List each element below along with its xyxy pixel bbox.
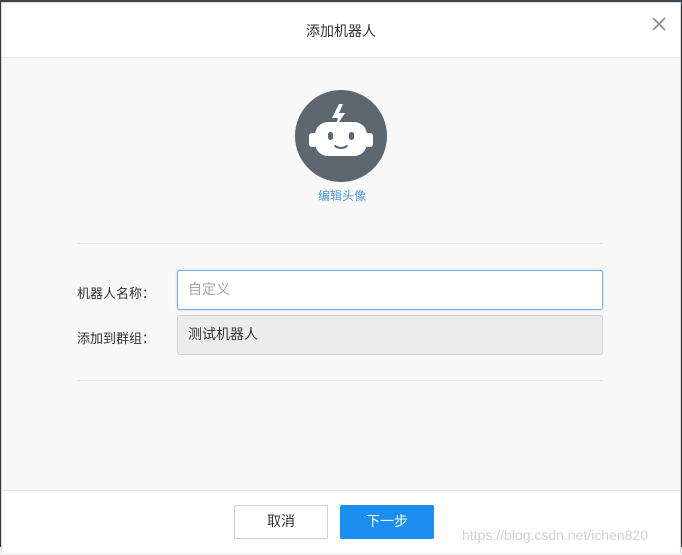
divider [77,380,603,381]
dialog-footer: 取消 下一步 [2,490,680,553]
group-label: 添加到群组： [77,332,156,347]
next-step-button[interactable]: 下一步 [340,505,434,539]
add-robot-dialog: 添加机器人 编辑头像 机器人名称： 添加到群组： 测试机器人 取消 下一步 [1,2,681,553]
robot-name-label: 机器人名称： [77,287,156,302]
watermark-text: https://blog.csdn.net/ichen820 [462,527,649,543]
group-select[interactable]: 测试机器人 [177,315,603,355]
cancel-button[interactable]: 取消 [234,505,328,539]
dialog-header: 添加机器人 [2,3,680,58]
edit-avatar-link[interactable]: 编辑头像 [292,187,392,204]
robot-avatar[interactable] [295,90,387,182]
close-icon[interactable] [650,15,668,33]
robot-name-input[interactable] [177,270,603,310]
dialog-title: 添加机器人 [306,24,376,40]
divider [77,243,603,244]
robot-avatar-icon [309,104,373,156]
